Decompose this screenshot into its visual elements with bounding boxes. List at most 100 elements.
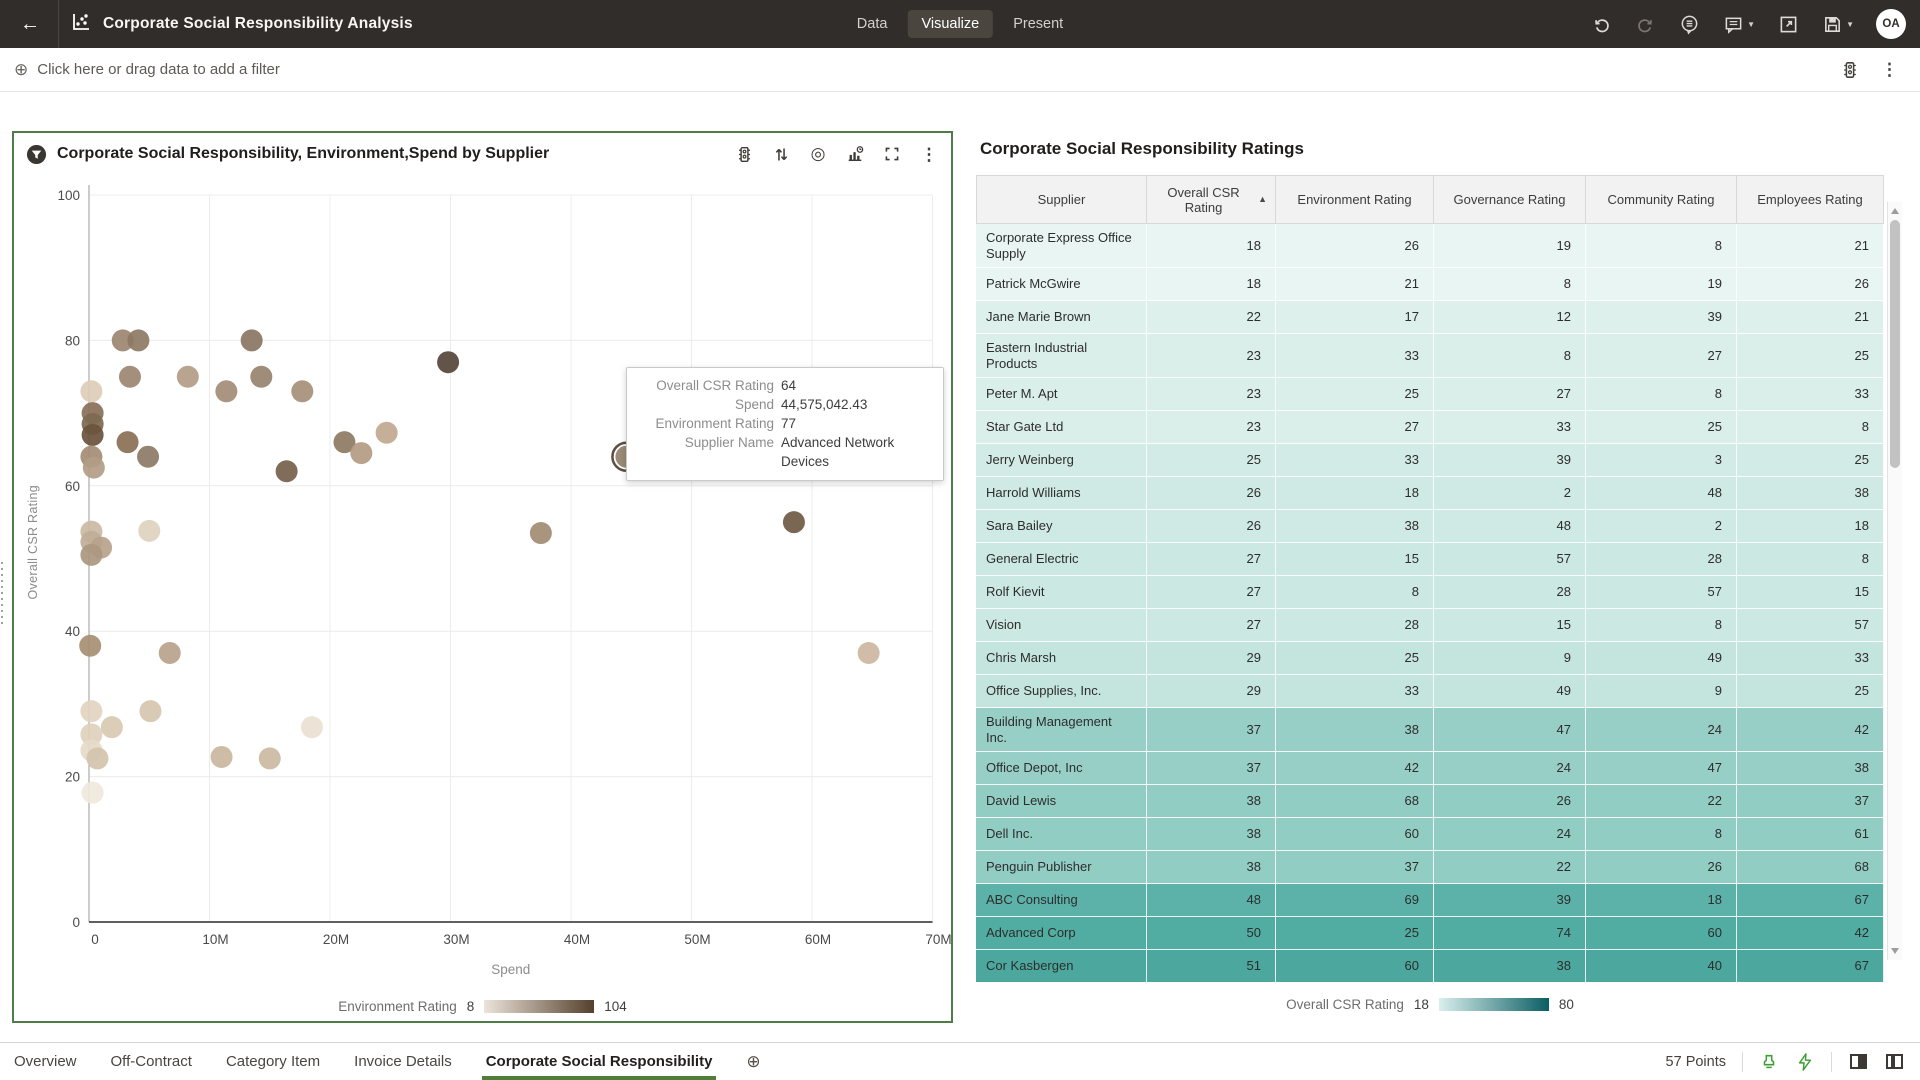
table-cell-value[interactable]: 27 <box>1276 411 1434 444</box>
scatter-point[interactable] <box>530 522 552 544</box>
table-cell-value[interactable]: 26 <box>1276 224 1434 268</box>
table-cell-value[interactable]: 2 <box>1434 477 1586 510</box>
table-cell-value[interactable]: 37 <box>1737 785 1884 818</box>
table-cell-value[interactable]: 26 <box>1586 851 1737 884</box>
visualization-settings-icon[interactable] <box>1841 61 1859 79</box>
table-row[interactable]: Peter M. Apt232527833 <box>976 378 1884 411</box>
column-header-community[interactable]: Community Rating <box>1586 176 1737 223</box>
column-header-overall-csr[interactable]: Overall CSR Rating ▲ <box>1147 176 1276 223</box>
table-cell-value[interactable]: 38 <box>1434 950 1586 982</box>
table-cell-value[interactable]: 33 <box>1737 378 1884 411</box>
table-cell-value[interactable]: 48 <box>1586 477 1737 510</box>
canvas-tab-csr[interactable]: Corporate Social Responsibility <box>486 1043 713 1080</box>
table-row[interactable]: Cor Kasbergen5160384067 <box>976 950 1884 982</box>
table-cell-value[interactable]: 21 <box>1276 268 1434 301</box>
table-cell-value[interactable]: 26 <box>1147 510 1276 543</box>
scatter-point[interactable] <box>250 366 272 388</box>
table-cell-value[interactable]: 3 <box>1586 444 1737 477</box>
table-cell-value[interactable]: 40 <box>1586 950 1737 982</box>
table-cell-value[interactable]: 60 <box>1586 917 1737 950</box>
scatter-point[interactable] <box>350 442 372 464</box>
table-cell-value[interactable]: 37 <box>1147 708 1276 752</box>
table-cell-value[interactable]: 8 <box>1737 543 1884 576</box>
scatter-point[interactable] <box>139 700 161 722</box>
table-cell-supplier[interactable]: Office Depot, Inc <box>976 752 1147 785</box>
table-cell-value[interactable]: 25 <box>1147 444 1276 477</box>
table-cell-value[interactable]: 28 <box>1586 543 1737 576</box>
table-cell-value[interactable]: 24 <box>1434 818 1586 851</box>
table-cell-value[interactable]: 24 <box>1586 708 1737 752</box>
table-cell-value[interactable]: 18 <box>1586 884 1737 917</box>
table-cell-value[interactable]: 33 <box>1276 444 1434 477</box>
scatter-point[interactable] <box>119 366 141 388</box>
table-cell-supplier[interactable]: Corporate Express Office Supply <box>976 224 1147 268</box>
table-cell-value[interactable]: 18 <box>1276 477 1434 510</box>
table-cell-value[interactable]: 9 <box>1434 642 1586 675</box>
scatter-point[interactable] <box>83 457 105 479</box>
table-row[interactable]: Jerry Weinberg253339325 <box>976 444 1884 477</box>
scatter-point[interactable] <box>291 380 313 402</box>
table-cell-value[interactable]: 27 <box>1147 576 1276 609</box>
table-cell-value[interactable]: 15 <box>1276 543 1434 576</box>
table-cell-supplier[interactable]: General Electric <box>976 543 1147 576</box>
table-cell-value[interactable]: 50 <box>1147 917 1276 950</box>
table-cell-value[interactable]: 23 <box>1147 411 1276 444</box>
tab-visualize[interactable]: Visualize <box>907 10 993 38</box>
table-cell-value[interactable]: 15 <box>1434 609 1586 642</box>
scatter-point[interactable] <box>101 716 123 738</box>
table-cell-value[interactable]: 69 <box>1276 884 1434 917</box>
table-cell-supplier[interactable]: Advanced Corp <box>976 917 1147 950</box>
table-cell-supplier[interactable]: Rolf Kievit <box>976 576 1147 609</box>
table-cell-value[interactable]: 28 <box>1434 576 1586 609</box>
table-cell-value[interactable]: 42 <box>1276 752 1434 785</box>
table-cell-value[interactable]: 33 <box>1434 411 1586 444</box>
table-cell-supplier[interactable]: Building Management Inc. <box>976 708 1147 752</box>
column-header-supplier[interactable]: Supplier <box>976 176 1147 223</box>
column-header-employees[interactable]: Employees Rating <box>1737 176 1884 223</box>
table-cell-value[interactable]: 8 <box>1586 609 1737 642</box>
column-header-environment[interactable]: Environment Rating <box>1276 176 1434 223</box>
chart-type-icon[interactable] <box>845 144 865 164</box>
table-row[interactable]: Office Supplies, Inc.293349925 <box>976 675 1884 708</box>
table-row[interactable]: Dell Inc.386024861 <box>976 818 1884 851</box>
table-cell-supplier[interactable]: Office Supplies, Inc. <box>976 675 1147 708</box>
scatter-point[interactable] <box>137 446 159 468</box>
table-cell-value[interactable]: 29 <box>1147 675 1276 708</box>
table-cell-value[interactable]: 68 <box>1276 785 1434 818</box>
table-cell-value[interactable]: 22 <box>1147 301 1276 334</box>
table-cell-value[interactable]: 21 <box>1737 301 1884 334</box>
canvas-tab-category-item[interactable]: Category Item <box>226 1043 320 1080</box>
table-cell-value[interactable]: 48 <box>1434 510 1586 543</box>
table-cell-value[interactable]: 18 <box>1147 224 1276 268</box>
table-cell-value[interactable]: 51 <box>1147 950 1276 982</box>
table-cell-value[interactable]: 25 <box>1737 444 1884 477</box>
table-cell-supplier[interactable]: Sara Bailey <box>976 510 1147 543</box>
table-cell-value[interactable]: 47 <box>1586 752 1737 785</box>
table-cell-supplier[interactable]: Dell Inc. <box>976 818 1147 851</box>
table-cell-value[interactable]: 42 <box>1737 917 1884 950</box>
table-cell-value[interactable]: 15 <box>1737 576 1884 609</box>
scatter-point[interactable] <box>86 747 108 769</box>
scatter-point[interactable] <box>259 747 281 769</box>
maximize-icon[interactable] <box>882 144 902 164</box>
table-cell-value[interactable]: 8 <box>1586 818 1737 851</box>
redo-icon[interactable] <box>1634 13 1656 35</box>
scatter-point[interactable] <box>80 700 102 722</box>
table-cell-value[interactable]: 38 <box>1737 477 1884 510</box>
table-cell-value[interactable]: 27 <box>1147 543 1276 576</box>
table-cell-value[interactable]: 26 <box>1434 785 1586 818</box>
table-cell-value[interactable]: 27 <box>1434 378 1586 411</box>
drill-icon[interactable]: ◎ <box>808 144 828 164</box>
scroll-down-icon[interactable] <box>1891 948 1899 954</box>
table-cell-value[interactable]: 8 <box>1586 224 1737 268</box>
table-scrollbar[interactable] <box>1887 202 1902 960</box>
chart-menu-icon[interactable]: ⋮ <box>919 144 939 164</box>
table-cell-value[interactable]: 25 <box>1737 334 1884 378</box>
panel-resize-handle[interactable] <box>1 562 7 624</box>
table-row[interactable]: General Electric271557288 <box>976 543 1884 576</box>
table-cell-value[interactable]: 39 <box>1586 301 1737 334</box>
table-cell-value[interactable]: 12 <box>1434 301 1586 334</box>
table-cell-value[interactable]: 27 <box>1586 334 1737 378</box>
table-cell-value[interactable]: 33 <box>1737 642 1884 675</box>
sort-icon[interactable] <box>771 144 791 164</box>
